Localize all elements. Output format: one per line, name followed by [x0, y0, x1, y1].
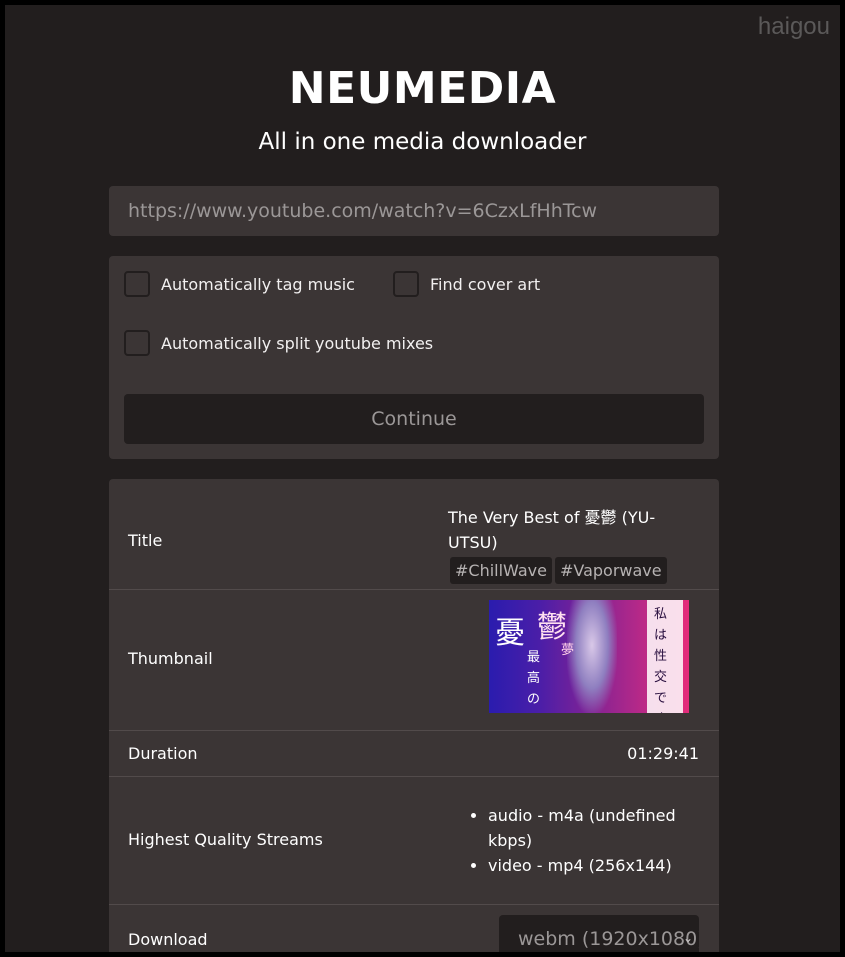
tag-list: #ChillWave #Vaporwave: [448, 557, 688, 584]
streams-label: Highest Quality Streams: [128, 830, 323, 849]
thumbnail-image: 憂 鬱 最高の 夢 私は性交です: [489, 600, 689, 713]
download-label: Download: [128, 930, 208, 949]
split-mixes-label: Automatically split youtube mixes: [161, 333, 434, 353]
tag-chillwave[interactable]: #ChillWave: [450, 557, 552, 584]
continue-button[interactable]: Continue: [124, 394, 704, 444]
tag-vaporwave[interactable]: #Vaporwave: [554, 557, 667, 584]
tag-music-checkbox[interactable]: [124, 271, 150, 297]
streams-row: Highest Quality Streams audio - m4a (und…: [109, 777, 719, 905]
thumbnail-kanji-left: 憂: [495, 616, 525, 651]
page-subtitle: All in one media downloader: [258, 129, 587, 155]
thumbnail-vertical-right: 私は性交です: [654, 607, 668, 713]
download-format-select[interactable]: webm (1920x1080) ⌄: [499, 915, 699, 952]
options-panel: Automatically tag music Find cover art A…: [109, 256, 719, 459]
duration-row: Duration 01:29:41: [109, 731, 719, 777]
split-mixes-checkbox[interactable]: [124, 330, 150, 356]
cover-art-option[interactable]: Find cover art: [393, 271, 540, 297]
stream-audio: audio - m4a (undefined kbps): [488, 803, 698, 853]
title-label: Title: [128, 531, 163, 550]
stream-video: video - mp4 (256x144): [488, 853, 698, 878]
tag-music-option[interactable]: Automatically tag music: [124, 271, 355, 297]
duration-label: Duration: [128, 744, 198, 763]
cover-art-checkbox[interactable]: [393, 271, 419, 297]
title-value-cell: The Very Best of 憂鬱 (YU-UTSU) #ChillWave…: [448, 505, 688, 584]
url-input-value: https://www.youtube.com/watch?v=6CzxLfHh…: [128, 200, 598, 222]
thumbnail-vertical-left: 最高の: [527, 650, 541, 707]
split-mixes-option[interactable]: Automatically split youtube mixes: [124, 330, 433, 356]
thumbnail-row: Thumbnail 憂 鬱 最高の 夢 私は性交です: [109, 590, 719, 731]
title-row: Title The Very Best of 憂鬱 (YU-UTSU) #Chi…: [109, 479, 719, 590]
media-info-table: Title The Very Best of 憂鬱 (YU-UTSU) #Chi…: [109, 479, 719, 952]
chevron-down-icon: ⌄: [682, 931, 693, 945]
title-value: The Very Best of 憂鬱 (YU-UTSU): [448, 508, 656, 552]
url-input[interactable]: https://www.youtube.com/watch?v=6CzxLfHh…: [109, 186, 719, 236]
tag-music-label: Automatically tag music: [161, 274, 355, 294]
page-title: NEUMEDIA: [288, 63, 557, 114]
cover-art-label: Find cover art: [430, 274, 541, 294]
thumbnail-label: Thumbnail: [128, 649, 213, 668]
download-format-value: webm (1920x1080): [518, 928, 699, 950]
streams-list: audio - m4a (undefined kbps) video - mp4…: [474, 803, 698, 878]
watermark: haigou: [757, 13, 830, 40]
download-row: Download webm (1920x1080) ⌄: [109, 905, 719, 952]
thumbnail-vertical-mid: 夢: [561, 643, 575, 658]
app-window: haigou NEUMEDIA All in one media downloa…: [5, 5, 840, 952]
duration-value: 01:29:41: [627, 744, 699, 763]
